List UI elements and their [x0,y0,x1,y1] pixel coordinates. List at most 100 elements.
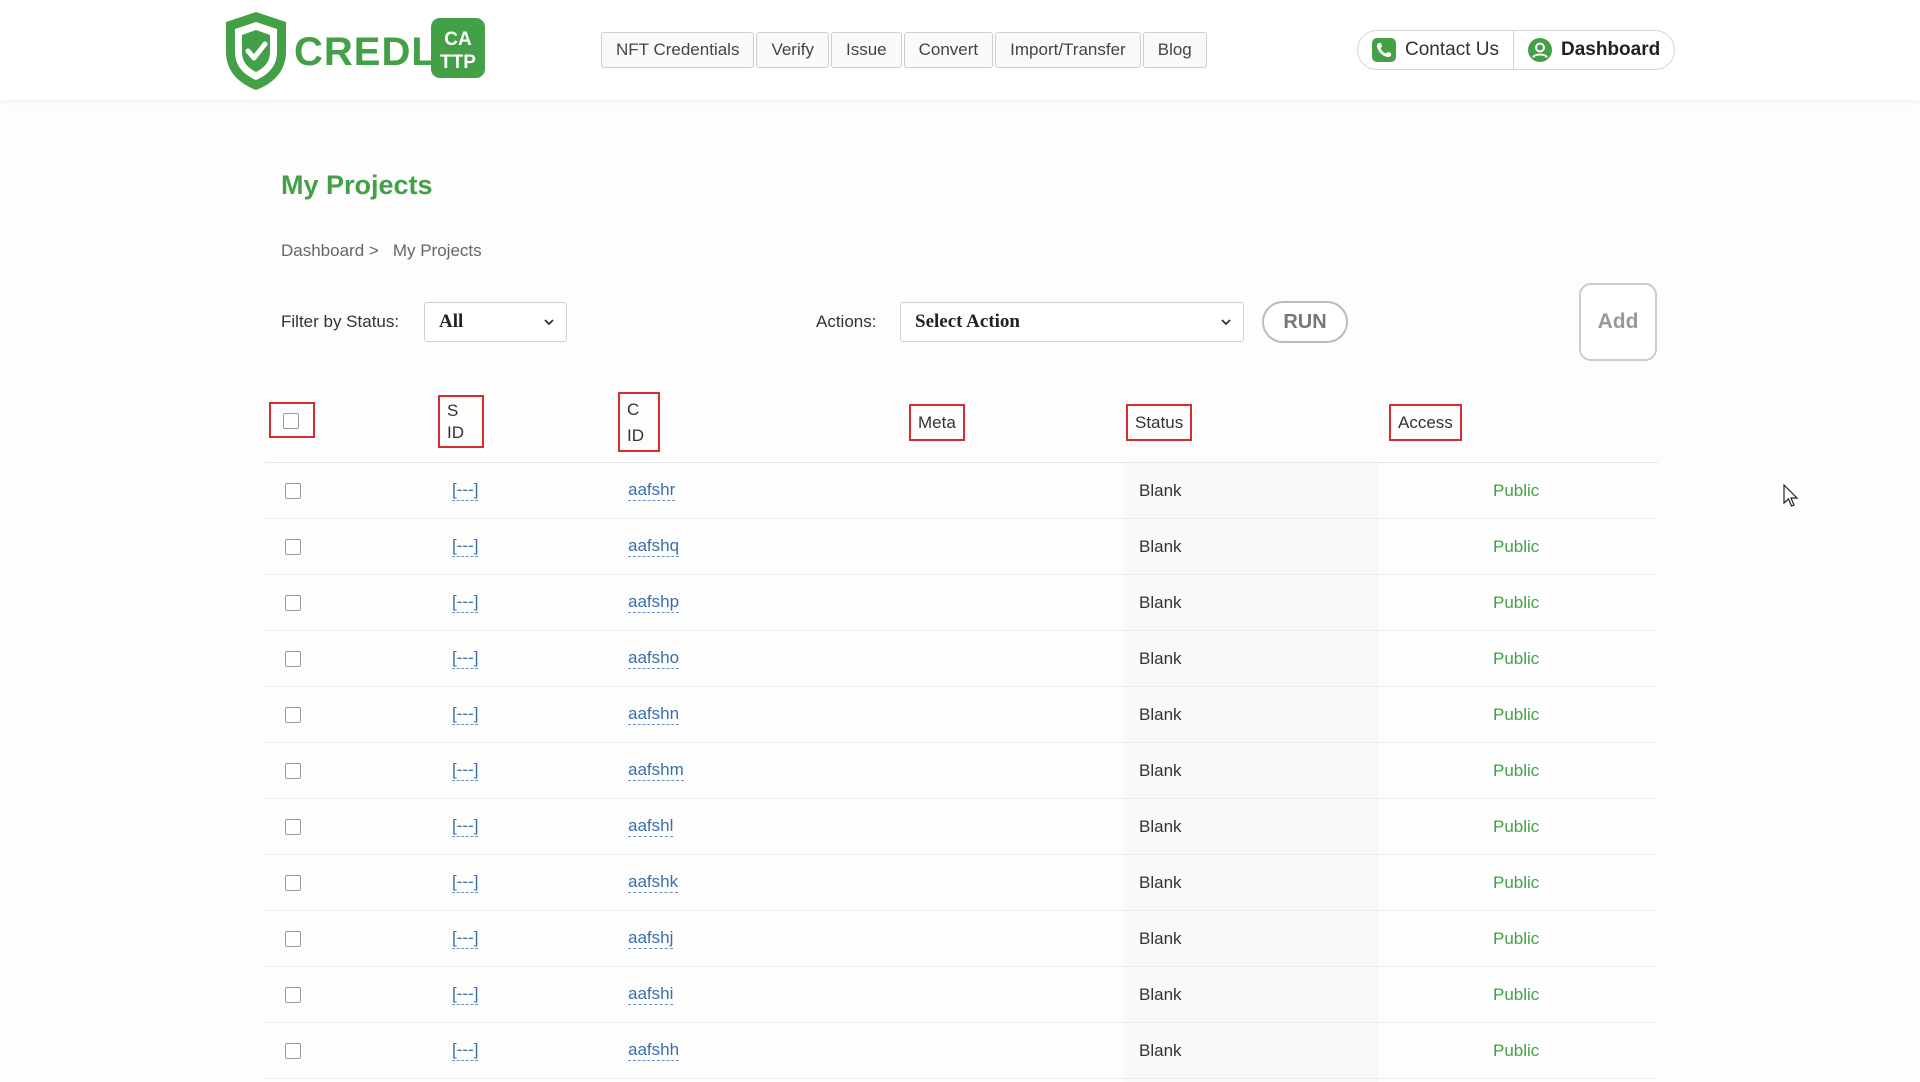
breadcrumb-current: My Projects [392,241,482,260]
row-access: Public [1493,1040,1540,1060]
row-sid-link[interactable]: [---] [452,984,479,1005]
row-checkbox[interactable] [285,594,301,611]
row-checkbox[interactable] [285,930,301,947]
nav-convert[interactable]: Convert [903,32,994,68]
table-row: [---] aafsho Blank Public [265,631,1658,687]
nav-verify[interactable]: Verify [756,32,829,68]
row-status: Blank [1139,648,1182,668]
row-cid-link[interactable]: aafshj [628,928,674,949]
row-sid-link[interactable]: [---] [452,928,479,949]
add-button[interactable]: Add [1579,283,1657,361]
main-nav: NFT Credentials Verify Issue Convert Imp… [601,32,1207,68]
sid-header-line2: ID [447,423,464,442]
row-status: Blank [1139,984,1182,1004]
row-access: Public [1493,928,1540,948]
actions-label: Actions: [816,312,877,331]
table-row: [---] aafshj Blank Public [265,911,1658,967]
top-header: CREDLY CA TTP NFT Credentials Verify Iss… [0,0,1920,100]
contact-us-label: Contact Us [1405,39,1499,60]
row-status: Blank [1139,536,1182,556]
row-checkbox[interactable] [285,762,301,779]
row-checkbox[interactable] [285,538,301,555]
row-cid-link[interactable]: aafshr [628,480,676,501]
filter-status-label: Filter by Status: [281,312,400,331]
row-status: Blank [1139,592,1182,612]
table-row: [---] aafshq Blank Public [265,519,1658,575]
table-body: [---] aafshr Blank Public [---] aafshq B… [265,463,1658,1079]
credly-logo[interactable]: CREDLY CA TTP [224,10,486,92]
column-header-sid[interactable]: S ID [438,395,484,448]
row-status: Blank [1139,816,1182,836]
row-sid-link[interactable]: [---] [452,648,479,669]
row-sid-link[interactable]: [---] [452,480,479,501]
logo-badge-line1: CA [444,29,472,50]
column-header-access[interactable]: Access [1389,404,1462,441]
table-row: [---] aafshp Blank Public [265,575,1658,631]
row-cid-link[interactable]: aafshi [628,984,674,1005]
row-cid-link[interactable]: aafshn [628,704,680,725]
row-access: Public [1493,704,1540,724]
header-actions: Contact Us Dashboard [1357,30,1676,70]
breadcrumb: Dashboard > My Projects [281,241,482,261]
row-checkbox[interactable] [285,986,301,1003]
row-cid-link[interactable]: aafshm [628,760,684,781]
cid-header-line1: C [627,400,640,419]
column-header-meta[interactable]: Meta [909,404,965,441]
page-title: My Projects [281,170,433,200]
row-checkbox[interactable] [285,706,301,723]
nav-blog[interactable]: Blog [1142,32,1207,68]
row-checkbox[interactable] [285,482,301,499]
row-access: Public [1493,648,1540,668]
row-cid-link[interactable]: aafshq [628,536,680,557]
row-access: Public [1493,984,1540,1004]
status-filter-select[interactable]: All [424,302,567,342]
column-header-cid[interactable]: C ID [618,392,660,452]
row-sid-link[interactable]: [---] [452,704,479,725]
mouse-cursor-icon [1783,484,1799,507]
row-sid-link[interactable]: [---] [452,1040,479,1061]
table-row: [---] aafshm Blank Public [265,743,1658,799]
row-checkbox[interactable] [285,1042,301,1059]
row-checkbox[interactable] [285,818,301,835]
nav-issue[interactable]: Issue [830,32,902,68]
run-button[interactable]: RUN [1262,301,1348,343]
breadcrumb-dashboard[interactable]: Dashboard > [281,241,379,261]
row-sid-link[interactable]: [---] [452,816,479,837]
row-sid-link[interactable]: [---] [452,536,479,557]
nav-import-transfer[interactable]: Import/Transfer [995,32,1141,68]
cid-header-line2: ID [627,426,644,445]
row-access: Public [1493,592,1540,612]
table-row: [---] aafshk Blank Public [265,855,1658,911]
sid-header-line1: S [447,401,459,420]
row-sid-link[interactable]: [---] [452,592,479,613]
dashboard-button[interactable]: Dashboard [1512,31,1674,69]
row-cid-link[interactable]: aafshp [628,592,680,613]
dashboard-label: Dashboard [1560,39,1661,60]
row-cid-link[interactable]: aafshh [628,1040,680,1061]
row-checkbox[interactable] [285,650,301,667]
select-all-checkbox[interactable] [283,413,299,429]
table-row: [---] aafshn Blank Public [265,687,1658,743]
action-select-value: Select Action [915,311,1021,332]
chevron-down-icon [544,319,554,326]
column-header-status[interactable]: Status [1126,404,1193,441]
table-row: [---] aafshr Blank Public [265,463,1658,519]
row-status: Blank [1139,1040,1182,1060]
table-row: [---] aafshi Blank Public [265,967,1658,1023]
row-sid-link[interactable]: [---] [452,872,479,893]
phone-icon [1372,38,1396,62]
row-access: Public [1493,760,1540,780]
logo-badge-line2: TTP [440,52,476,73]
row-checkbox[interactable] [285,874,301,891]
row-cid-link[interactable]: aafshl [628,816,674,837]
nav-nft-credentials[interactable]: NFT Credentials [601,32,755,68]
row-cid-link[interactable]: aafshk [628,872,679,893]
row-access: Public [1493,480,1540,500]
row-cid-link[interactable]: aafsho [628,648,680,669]
row-sid-link[interactable]: [---] [452,760,479,781]
contact-us-button[interactable]: Contact Us [1358,31,1513,69]
row-status: Blank [1139,872,1182,892]
table-row: [---] aafshl Blank Public [265,799,1658,855]
action-select[interactable]: Select Action [900,302,1244,342]
projects-table: S ID C ID Meta Status Access [---] aafsh… [265,390,1658,1082]
